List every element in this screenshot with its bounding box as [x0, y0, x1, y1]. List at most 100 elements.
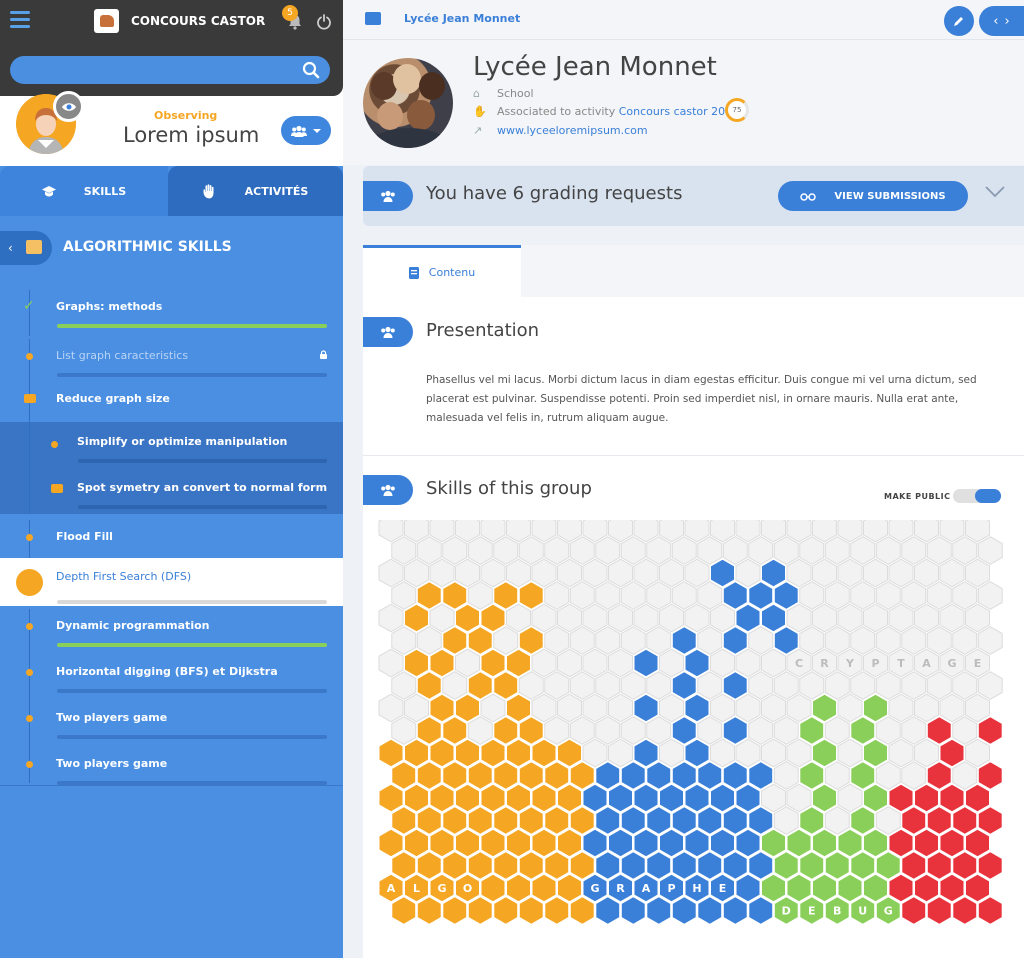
hex-cell-algo[interactable] [480, 738, 506, 768]
hex-cell-cryptage[interactable] [926, 581, 952, 610]
tab-contenu[interactable]: Contenu [363, 245, 521, 297]
hex-cell-algo[interactable] [493, 896, 519, 925]
hex-cell-cryptage[interactable] [710, 738, 735, 768]
hex-cell-cryptage[interactable] [659, 648, 684, 678]
hex-cell-cryptage[interactable] [735, 693, 761, 723]
hex-cell-cryptage[interactable] [888, 603, 914, 633]
hex-cell-cryptage[interactable] [952, 761, 978, 790]
hex-cell-algo[interactable] [416, 806, 442, 835]
hex-cell-cryptage[interactable] [608, 693, 633, 723]
hex-cell-algo[interactable] [518, 626, 544, 655]
hex-cell-cryptage[interactable] [455, 558, 480, 588]
hex-cell-debug[interactable] [812, 738, 837, 768]
hex-cell-cryptage[interactable] [786, 603, 812, 633]
hex-cell-cryptage[interactable] [939, 520, 965, 543]
hex-cell-algo[interactable] [493, 851, 519, 880]
hex-cell-graphe[interactable] [735, 783, 761, 813]
hex-cell-cryptage[interactable] [582, 693, 608, 723]
hex-cell-debug[interactable] [863, 783, 888, 813]
hex-cell-cryptage[interactable] [875, 716, 901, 745]
hex-cell-graphe[interactable] [748, 761, 774, 790]
hex-cell-cryptage[interactable] [595, 626, 621, 655]
hex-cell-cryptage[interactable] [697, 581, 723, 610]
hex-cell-cryptage[interactable] [914, 603, 939, 633]
hex-cell-graphe[interactable] [722, 761, 748, 790]
hex-cell-cryptage[interactable] [506, 558, 531, 588]
hex-cell-graphe[interactable] [684, 828, 710, 858]
hex-cell-cryptage[interactable] [735, 648, 761, 678]
hex-cell-cryptage[interactable] [697, 536, 723, 565]
hex-cell-cryptage[interactable] [569, 716, 595, 745]
hex-cell-cryptage[interactable] [875, 806, 901, 835]
hex-cell-cryptage[interactable] [761, 693, 786, 723]
hex-cell-algo[interactable] [467, 761, 493, 790]
hex-cell-algo[interactable] [429, 648, 455, 678]
hex-cell-cryptage[interactable] [391, 716, 417, 745]
hex-cell-graphe[interactable] [710, 558, 735, 588]
hex-cell-algo[interactable] [467, 896, 493, 925]
hex-cell-graphe[interactable] [620, 896, 646, 925]
hex-cell-cryptage[interactable] [901, 761, 927, 790]
hex-cell-graphe[interactable] [646, 806, 672, 835]
hex-cell-cryptage[interactable] [684, 558, 710, 588]
hex-cell-cryptage[interactable] [824, 626, 850, 655]
hex-cell-cryptage[interactable] [595, 716, 621, 745]
hex-cell-cryptage[interactable] [914, 738, 939, 768]
hex-cell-cryptage[interactable] [518, 671, 544, 700]
hex-cell-cryptage[interactable] [620, 626, 646, 655]
hex-cell-cryptage[interactable] [620, 716, 646, 745]
tab-skills[interactable]: SKILLS [0, 166, 168, 216]
hex-cell-red[interactable] [926, 896, 952, 925]
hex-cell-cryptage[interactable] [837, 693, 863, 723]
hex-cell-graphe[interactable] [697, 851, 723, 880]
hex-cell-debug[interactable] [850, 761, 876, 790]
hex-cell-cryptage[interactable] [977, 671, 1003, 700]
hex-cell-cryptage[interactable] [608, 738, 633, 768]
hex-cell-cryptage[interactable] [863, 603, 888, 633]
hex-cell-algo[interactable] [493, 671, 519, 700]
hex-cell-algo[interactable] [429, 693, 455, 723]
hex-cell-algo[interactable] [518, 806, 544, 835]
hex-cell-debug[interactable] [799, 806, 825, 835]
hex-cell-cryptage[interactable] [926, 671, 952, 700]
hex-cell-algo[interactable] [531, 873, 557, 903]
hex-cell-cryptage[interactable] [697, 626, 723, 655]
hex-cell-algo[interactable] [416, 851, 442, 880]
hex-cell-cryptage[interactable] [544, 626, 570, 655]
hex-cell-cryptage[interactable] [557, 558, 582, 588]
hex-cell-debug[interactable] [799, 851, 825, 880]
hex-cell-graphe[interactable] [748, 896, 774, 925]
hex-cell-cryptage[interactable] [939, 558, 965, 588]
hex-cell-cryptage[interactable] [952, 536, 978, 565]
hex-cell-cryptage[interactable] [671, 581, 697, 610]
hex-cell-debug[interactable] [863, 693, 888, 723]
hex-cell-algo[interactable] [404, 738, 429, 768]
hex-cell-graphe[interactable] [595, 806, 621, 835]
hex-cell-cryptage[interactable] [378, 603, 404, 633]
skill-item[interactable]: Simplify or optimize manipulation [0, 422, 343, 468]
hex-cell-cryptage[interactable] [812, 558, 837, 588]
hex-cell-algo[interactable] [378, 783, 404, 813]
hex-cell-cryptage[interactable] [697, 716, 723, 745]
hex-cell-graphe[interactable] [773, 581, 799, 610]
hex-cell-graphe[interactable] [748, 581, 774, 610]
hex-cell-cryptage[interactable] [378, 520, 404, 543]
hex-cell-debug[interactable] [799, 716, 825, 745]
hex-cell-cryptage[interactable] [620, 671, 646, 700]
hex-cell-red[interactable] [901, 896, 927, 925]
hex-cell-cryptage[interactable] [926, 626, 952, 655]
hex-cell-graphe[interactable] [735, 828, 761, 858]
hex-cell-algo[interactable] [480, 603, 506, 633]
hex-cell-cryptage[interactable] [557, 648, 582, 678]
hex-cell-algo[interactable] [378, 828, 404, 858]
hex-cell-graphe[interactable] [671, 761, 697, 790]
hex-cell-algo[interactable] [442, 761, 468, 790]
hex-cell-cryptage[interactable] [684, 520, 710, 543]
skill-item[interactable]: Spot symetry an convert to normal form [0, 468, 343, 514]
hex-cell-algo[interactable] [557, 828, 582, 858]
hex-cell-red[interactable] [939, 738, 965, 768]
hex-cell-cryptage[interactable] [952, 716, 978, 745]
chevron-down-icon[interactable] [985, 186, 1005, 202]
hex-cell-algo[interactable] [531, 783, 557, 813]
hex-cell-graphe[interactable] [722, 851, 748, 880]
